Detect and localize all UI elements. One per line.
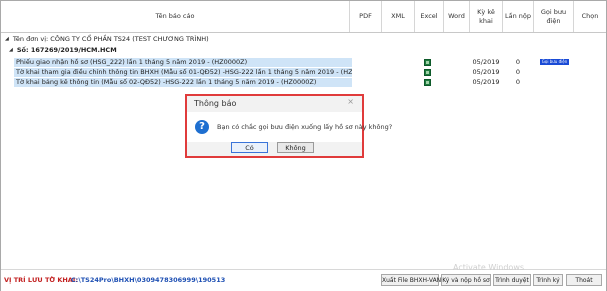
excel-file-icon[interactable] xyxy=(424,59,431,66)
column-header-call-postal[interactable]: Gọi bưu điện xyxy=(534,1,574,32)
sign-submit-button[interactable]: Ký và nộp hồ sơ xyxy=(441,274,491,286)
excel-file-icon[interactable] xyxy=(424,69,431,76)
collapse-triangle-icon[interactable]: ◢ xyxy=(9,47,13,53)
report-name-cell[interactable]: Phiếu giao nhận hồ sơ (HSG_222) lần 1 th… xyxy=(14,58,352,67)
table-header: Tên báo cáo PDF XML Excel Word Kỳ kê kha… xyxy=(1,1,606,33)
dialog-message: Bạn có chắc gọi bưu điện xuống lấy hồ sơ… xyxy=(217,123,393,131)
unit-group-label: Tên đơn vị: CÔNG TY CỔ PHẦN TS24 (TEST C… xyxy=(12,35,209,43)
close-icon[interactable]: × xyxy=(347,97,354,106)
question-icon: ? xyxy=(195,120,209,134)
exit-button[interactable]: Thoát xyxy=(566,274,602,286)
column-header-period[interactable]: Kỳ kê khai xyxy=(470,1,503,32)
export-bhxh-van-button[interactable]: Xuất File BHXH-VAN xyxy=(381,274,441,286)
unit-group-row[interactable]: ◢ Tên đơn vị: CÔNG TY CỔ PHẦN TS24 (TEST… xyxy=(1,34,606,44)
report-name-cell[interactable]: Tờ khai bảng kê thông tin (Mẫu số 02-QĐ5… xyxy=(14,78,352,87)
column-header-pdf[interactable]: PDF xyxy=(350,1,382,32)
report-name-cell[interactable]: Tờ khai tham gia điều chỉnh thông tin BH… xyxy=(14,68,352,77)
table-row[interactable]: Tờ khai tham gia điều chỉnh thông tin BH… xyxy=(14,68,606,77)
submit-approval-button[interactable]: Trình duyệt xyxy=(493,274,531,286)
period-cell: 05/2019 xyxy=(472,58,500,66)
table-row[interactable]: Phiếu giao nhận hồ sơ (HSG_222) lần 1 th… xyxy=(14,58,606,67)
file-group-row[interactable]: ◢ Số: 167269/2019/HCM.HCM xyxy=(5,45,606,55)
submit-count-cell: 0 xyxy=(515,78,521,86)
period-header-line1: Kỳ kê xyxy=(477,8,495,17)
column-header-xml[interactable]: XML xyxy=(382,1,415,32)
excel-file-icon[interactable] xyxy=(424,79,431,86)
file-group-label: Số: 167269/2019/HCM.HCM xyxy=(16,46,117,54)
yes-button[interactable]: Có xyxy=(231,142,268,153)
period-cell: 05/2019 xyxy=(472,78,500,86)
table-row[interactable]: Tờ khai bảng kê thông tin (Mẫu số 02-QĐ5… xyxy=(14,78,606,87)
bottom-bar: VỊ TRÍ LƯU TỜ KHAI: C:\TS24Pro\BHXH\0309… xyxy=(1,269,606,291)
call-postal-button[interactable]: Gọi bưu điện xyxy=(540,59,569,65)
submit-count-cell: 0 xyxy=(515,68,521,76)
column-header-word[interactable]: Word xyxy=(444,1,470,32)
period-header-line2: khai xyxy=(479,16,493,25)
activate-windows-watermark: Activate Windows xyxy=(453,263,525,272)
period-cell: 05/2019 xyxy=(472,68,500,76)
column-header-report-name[interactable]: Tên báo cáo xyxy=(1,1,350,32)
save-location-label: VỊ TRÍ LƯU TỜ KHAI: xyxy=(4,276,78,284)
submit-sign-button[interactable]: Trình ký xyxy=(533,274,563,286)
column-header-excel[interactable]: Excel xyxy=(415,1,444,32)
dialog-title: Thông báo xyxy=(194,99,237,108)
report-window: Tên báo cáo PDF XML Excel Word Kỳ kê kha… xyxy=(0,0,607,291)
column-header-submit-count[interactable]: Lần nộp xyxy=(503,1,534,32)
submit-count-cell: 0 xyxy=(515,58,521,66)
column-header-select[interactable]: Chọn xyxy=(574,1,606,32)
confirm-dialog: Thông báo × ? Bạn có chắc gọi bưu điện x… xyxy=(185,94,392,158)
no-button[interactable]: Không xyxy=(277,142,314,153)
collapse-triangle-icon[interactable]: ◢ xyxy=(5,36,9,42)
save-location-path[interactable]: C:\TS24Pro\BHXH\0309478306999\190513 xyxy=(71,276,225,284)
